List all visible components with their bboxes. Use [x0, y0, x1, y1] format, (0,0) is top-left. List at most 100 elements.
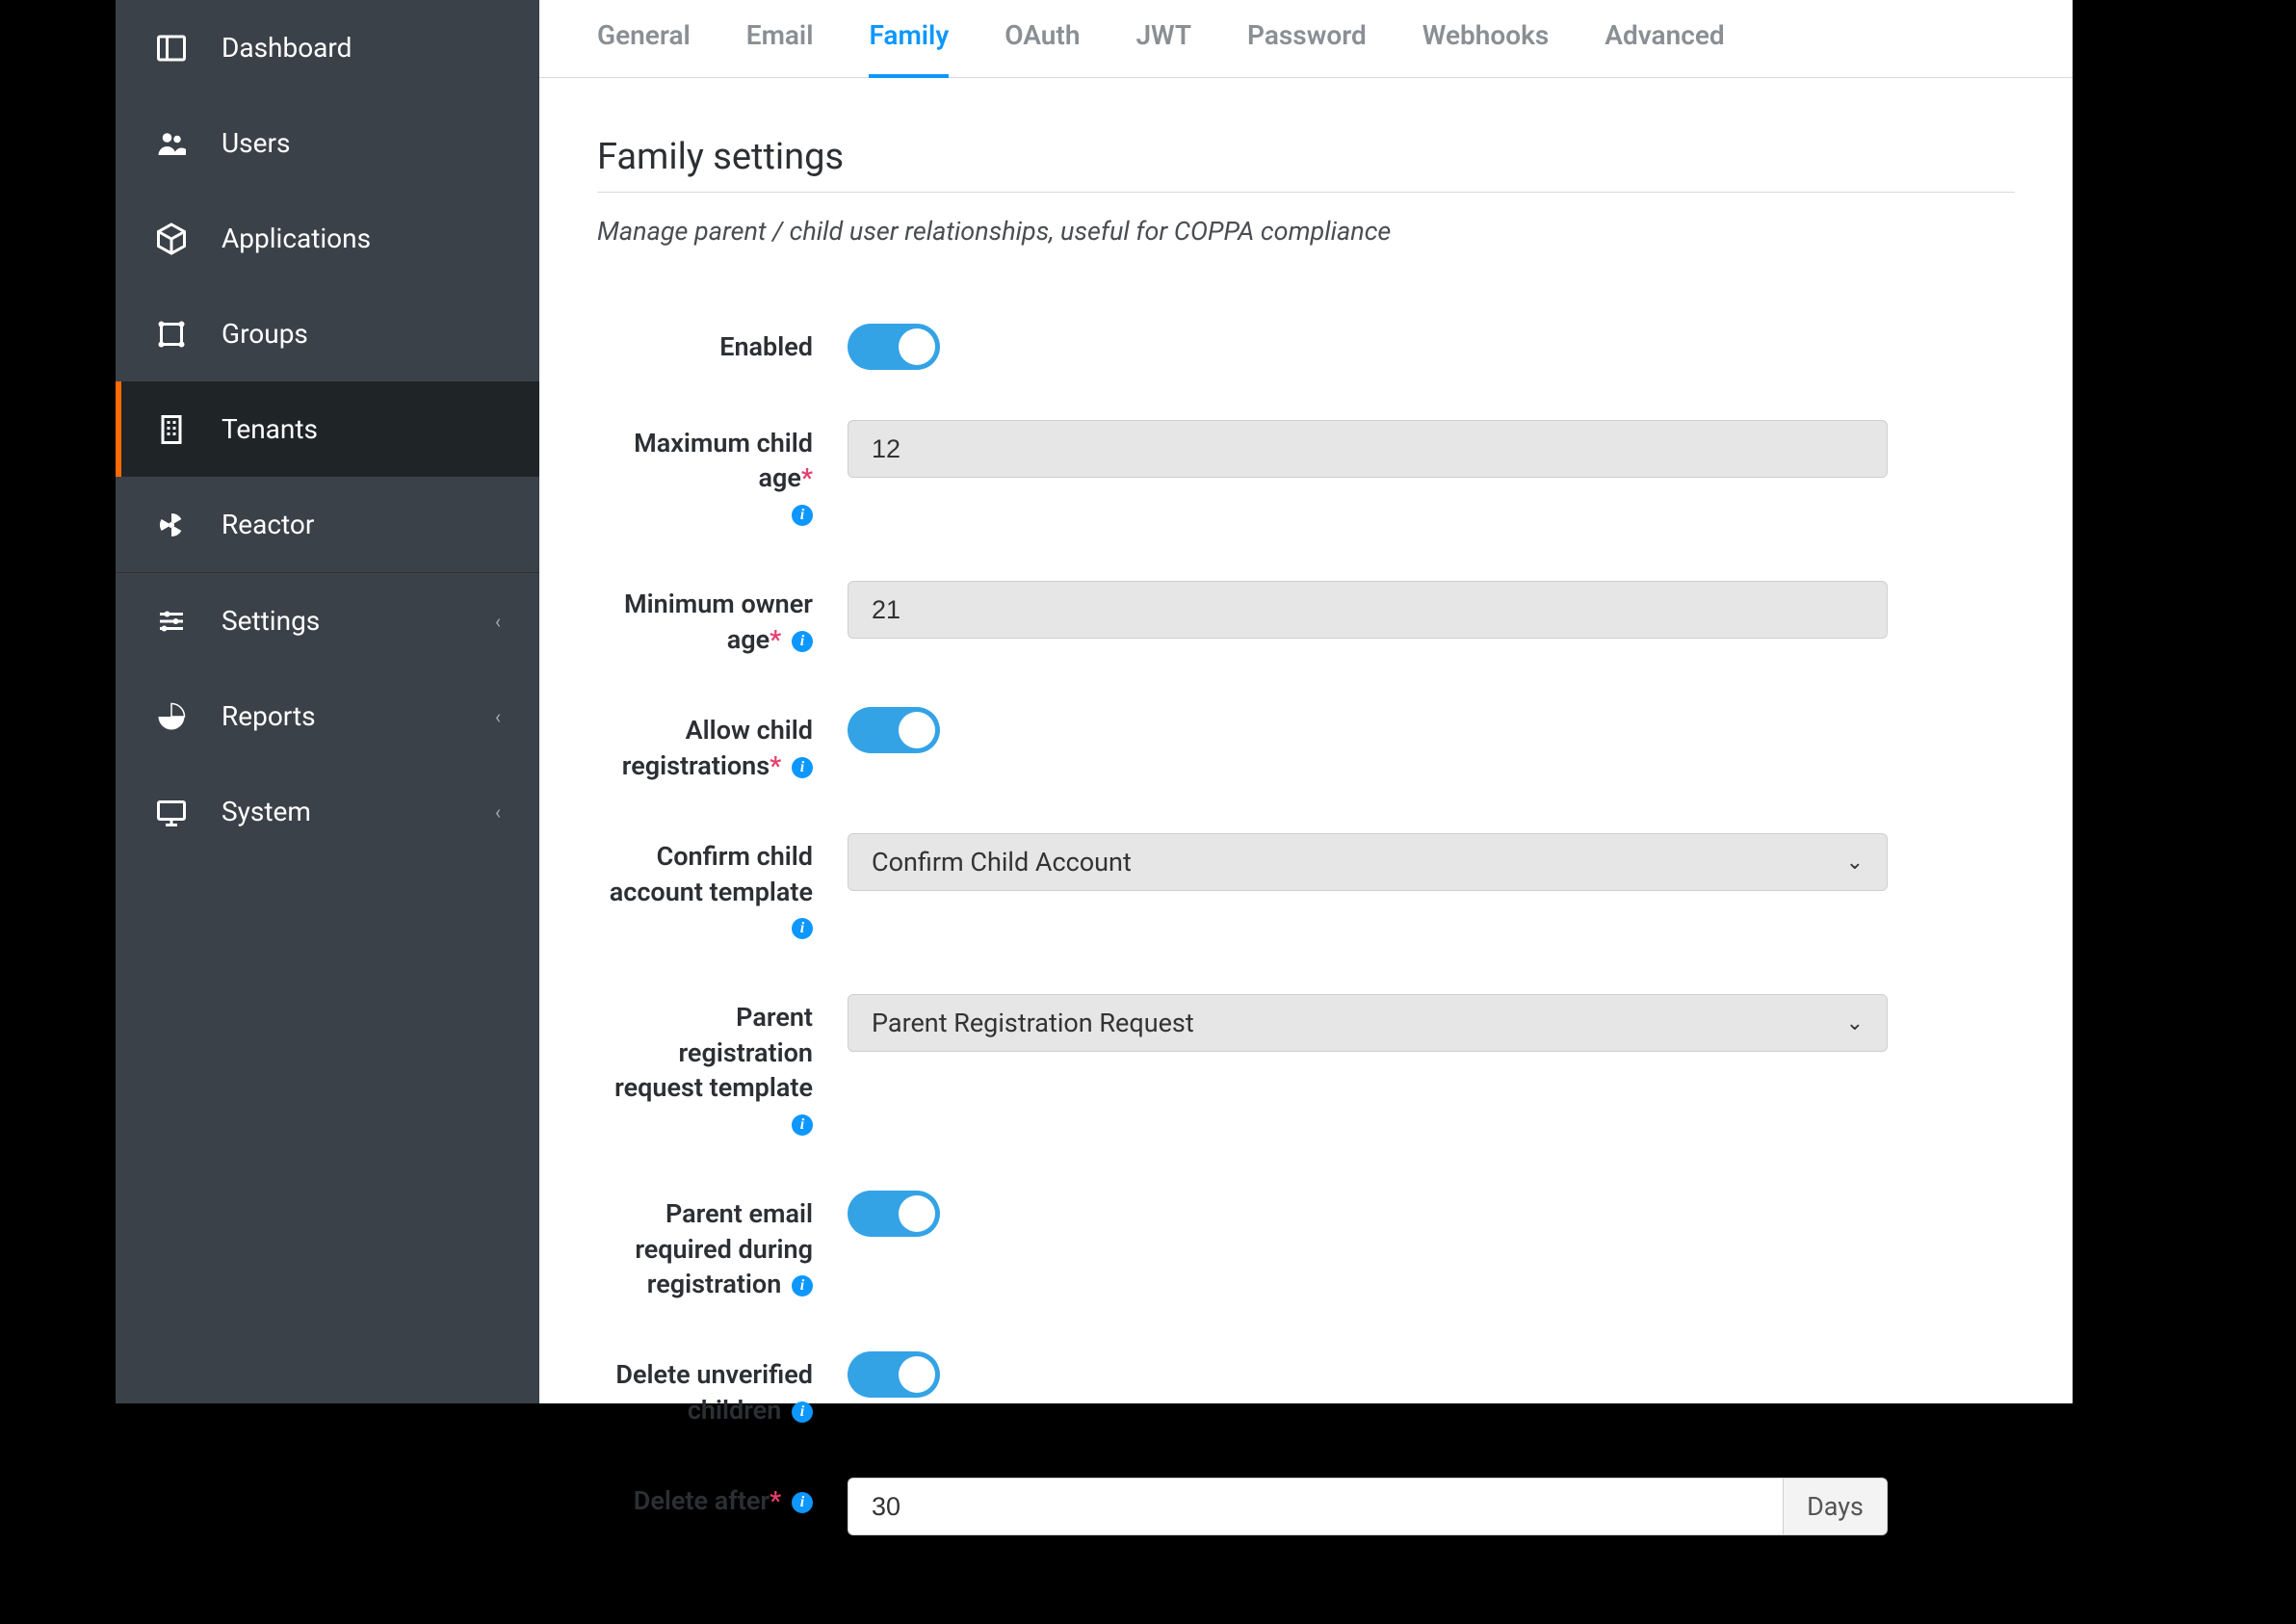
- sidebar-item-system[interactable]: System ‹: [116, 764, 539, 859]
- label-max-child-age: Maximum child age* i: [597, 420, 848, 531]
- select-value: Confirm Child Account: [872, 847, 1132, 877]
- tab-password[interactable]: Password: [1247, 19, 1367, 78]
- row-allow-child-reg: Allow child registrations* i: [597, 707, 2015, 783]
- left-gutter: [0, 0, 116, 1403]
- input-max-child-age[interactable]: [848, 420, 1888, 478]
- content-card: General Email Family OAuth JWT Password …: [539, 0, 2073, 1403]
- monitor-icon: [154, 795, 189, 829]
- dashboard-icon: [154, 31, 189, 65]
- label-text: Allow child registrations: [622, 715, 813, 780]
- sidebar-item-label: Users: [222, 127, 290, 159]
- input-addon-days: Days: [1783, 1478, 1888, 1535]
- info-icon[interactable]: i: [792, 757, 813, 778]
- select-parent-reg-template[interactable]: Parent Registration Request ⌄: [848, 994, 1888, 1052]
- required-mark: *: [801, 462, 813, 493]
- tab-email[interactable]: Email: [746, 19, 814, 78]
- main-content: General Email Family OAuth JWT Password …: [539, 0, 2073, 1403]
- toggle-enabled[interactable]: [848, 324, 940, 370]
- tab-family[interactable]: Family: [869, 19, 949, 78]
- right-gutter: [2073, 0, 2296, 1403]
- sidebar-item-label: Dashboard: [222, 32, 352, 64]
- label-text: Parent registration request template: [614, 1002, 813, 1103]
- users-icon: [154, 126, 189, 161]
- info-icon[interactable]: i: [792, 631, 813, 652]
- input-min-owner-age[interactable]: [848, 581, 1888, 639]
- required-mark: *: [770, 624, 781, 655]
- toggle-parent-email-required[interactable]: [848, 1191, 940, 1237]
- label-text: Delete unverified children: [615, 1359, 813, 1425]
- label-min-owner-age: Minimum owner age* i: [597, 581, 848, 657]
- sidebar-item-label: Reports: [222, 700, 316, 732]
- label-parent-email-required: Parent email required during registratio…: [597, 1191, 848, 1301]
- label-allow-child-reg: Allow child registrations* i: [597, 707, 848, 783]
- sidebar-item-settings[interactable]: Settings ‹: [116, 573, 539, 668]
- label-text: Minimum owner age: [624, 589, 813, 654]
- tabs: General Email Family OAuth JWT Password …: [539, 0, 2073, 78]
- info-icon[interactable]: i: [792, 1275, 813, 1297]
- info-icon[interactable]: i: [792, 1401, 813, 1423]
- sidebar: Dashboard Users Applications Groups Tena…: [116, 0, 539, 1403]
- input-delete-after[interactable]: [848, 1478, 1783, 1535]
- row-parent-email-required: Parent email required during registratio…: [597, 1191, 2015, 1301]
- label-text: Maximum child age: [634, 428, 813, 493]
- select-value: Parent Registration Request: [872, 1008, 1194, 1038]
- info-icon[interactable]: i: [792, 1492, 813, 1513]
- chevron-left-icon: ‹: [495, 705, 501, 728]
- label-text: Parent email required during registratio…: [635, 1198, 813, 1299]
- tab-webhooks[interactable]: Webhooks: [1422, 19, 1549, 78]
- row-delete-after: Delete after* i Days: [597, 1478, 2015, 1535]
- required-mark: *: [770, 750, 781, 781]
- label-text: Confirm child account template: [610, 841, 813, 906]
- section-title: Family settings: [597, 136, 2015, 193]
- sidebar-item-label: Reactor: [222, 509, 314, 540]
- chevron-left-icon: ‹: [495, 610, 501, 633]
- sidebar-item-users[interactable]: Users: [116, 95, 539, 191]
- sidebar-item-label: Groups: [222, 318, 308, 350]
- sidebar-item-dashboard[interactable]: Dashboard: [116, 0, 539, 95]
- row-parent-reg-template: Parent registration request template i P…: [597, 994, 2015, 1140]
- row-delete-unverified: Delete unverified children i: [597, 1351, 2015, 1428]
- sidebar-item-label: System: [222, 796, 311, 827]
- label-delete-after: Delete after* i: [597, 1478, 848, 1518]
- sidebar-item-label: Applications: [222, 223, 371, 254]
- groups-icon: [154, 317, 189, 352]
- sidebar-item-tenants[interactable]: Tenants: [116, 381, 539, 477]
- sidebar-item-reactor[interactable]: Reactor: [116, 477, 539, 572]
- info-icon[interactable]: i: [792, 505, 813, 526]
- sidebar-item-label: Tenants: [222, 413, 318, 445]
- select-confirm-template[interactable]: Confirm Child Account ⌄: [848, 833, 1888, 891]
- row-min-owner-age: Minimum owner age* i: [597, 581, 2015, 657]
- radiation-icon: [154, 508, 189, 542]
- label-text: Delete after: [634, 1485, 770, 1516]
- building-icon: [154, 412, 189, 447]
- toggle-allow-child-reg[interactable]: [848, 707, 940, 753]
- sidebar-item-groups[interactable]: Groups: [116, 286, 539, 381]
- sidebar-item-reports[interactable]: Reports ‹: [116, 668, 539, 764]
- tab-general[interactable]: General: [597, 19, 691, 78]
- sliders-icon: [154, 604, 189, 639]
- row-confirm-template: Confirm child account template i Confirm…: [597, 833, 2015, 944]
- tab-oauth[interactable]: OAuth: [1004, 19, 1080, 78]
- info-icon[interactable]: i: [792, 1114, 813, 1136]
- chevron-down-icon: ⌄: [1846, 851, 1864, 875]
- label-enabled: Enabled: [597, 324, 848, 364]
- tab-jwt[interactable]: JWT: [1135, 19, 1191, 78]
- family-form: Enabled Maximum child age* i: [539, 285, 2073, 1624]
- chevron-down-icon: ⌄: [1846, 1011, 1864, 1035]
- label-text: Enabled: [719, 331, 813, 362]
- toggle-delete-unverified[interactable]: [848, 1351, 940, 1398]
- sidebar-item-applications[interactable]: Applications: [116, 191, 539, 286]
- chevron-left-icon: ‹: [495, 800, 501, 824]
- tab-advanced[interactable]: Advanced: [1605, 19, 1724, 78]
- section-header: Family settings Manage parent / child us…: [539, 78, 2073, 285]
- required-mark: *: [770, 1485, 781, 1516]
- box-icon: [154, 222, 189, 256]
- label-parent-reg-template: Parent registration request template i: [597, 994, 848, 1140]
- row-enabled: Enabled: [597, 324, 2015, 370]
- label-delete-unverified: Delete unverified children i: [597, 1351, 848, 1428]
- info-icon[interactable]: i: [792, 918, 813, 939]
- sidebar-item-label: Settings: [222, 605, 320, 637]
- piechart-icon: [154, 699, 189, 734]
- section-description: Manage parent / child user relationships…: [597, 216, 2015, 247]
- label-confirm-template: Confirm child account template i: [597, 833, 848, 944]
